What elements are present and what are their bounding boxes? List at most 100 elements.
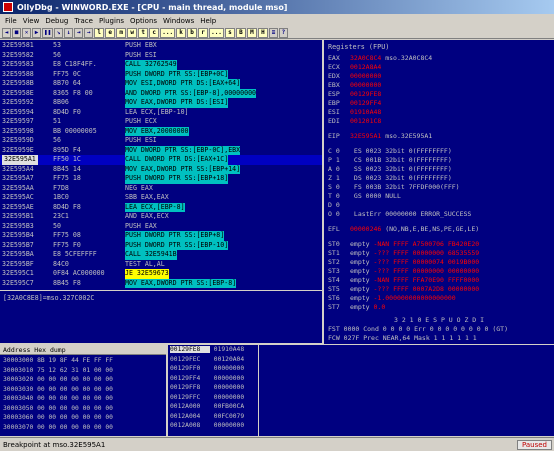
step-over-icon[interactable]: ↓ [64, 27, 74, 38]
flag-row[interactable]: P 1 CS 001B 32bit 0(FFFFFFFF) [328, 156, 452, 164]
stack-row[interactable]: 00129FF8 00000000 [170, 384, 244, 391]
fpu-register[interactable]: ST2 empty -??? FFFF 00000074 0019B000 [328, 258, 479, 266]
dump-row[interactable]: 30003030 00 00 00 00 00 00 00 [3, 386, 113, 393]
disasm-row[interactable]: 32E59582 56 PUSH ESI [0, 51, 322, 61]
menu-options[interactable]: Options [127, 17, 160, 25]
memory-button[interactable]: m [116, 27, 127, 38]
disasm-row[interactable]: 32E595B7 FF75 F0 PUSH DWORD PTR SS:[EBP-10… [0, 240, 322, 250]
disasm-row[interactable]: 32E595C7 8B45 F8 MOV EAX,DWORD PTR SS:[EBP… [0, 278, 322, 288]
disasm-row[interactable]: 32E595BA E8 5CFEFFFF CALL 32E5941B [0, 250, 322, 260]
menu-windows[interactable]: Windows [160, 17, 197, 25]
disasm-row[interactable]: 32E595B4 FF75 08 PUSH DWORD PTR SS:[EBP+8] [0, 231, 322, 241]
references-button[interactable]: r [198, 27, 209, 38]
run-icon[interactable]: ▶ [32, 27, 41, 38]
disasm-row[interactable]: 32E59597 51 PUSH ECX [0, 117, 322, 127]
threads-button[interactable]: t [138, 27, 149, 38]
disasm-row[interactable]: 32E59581 53 PUSH EBX [0, 41, 322, 51]
disasm-row[interactable]: 32E595AA F7D8 NEG EAX [0, 184, 322, 194]
register-ebp[interactable]: EBP 00129FF4 [328, 99, 381, 107]
fpu-register[interactable]: ST7 empty 0.0 [328, 303, 385, 311]
register-edi[interactable]: EDI 001201C8 [328, 117, 381, 125]
menu-file[interactable]: File [2, 17, 20, 25]
flag-row[interactable]: Z 1 DS 0023 32bit 0(FFFFFFFF) [328, 174, 452, 182]
bookmark-b-button[interactable]: B [235, 27, 246, 38]
fpu-status-word[interactable]: FST 0000 Cond 0 0 0 0 Err 0 0 0 0 0 0 0 … [328, 325, 508, 333]
fpu-register[interactable]: ST6 empty -1.000000000000000000 [328, 294, 456, 302]
log-button[interactable]: l [94, 27, 105, 38]
stack-row[interactable]: 0012A008 00000000 [170, 422, 244, 429]
close-icon[interactable]: ✕ [22, 27, 31, 38]
restart-icon[interactable]: ■ [12, 27, 21, 38]
bookmark-m-button[interactable]: M [246, 27, 257, 38]
disassembly-pane[interactable]: 32E59581 53 PUSH EBX 32E59582 56 PUSH ESI 32… [0, 40, 322, 290]
breakpoints-button[interactable]: b [187, 27, 198, 38]
dump-row[interactable]: 30003070 00 00 00 00 00 00 00 [3, 424, 113, 431]
stack-row[interactable]: 00129FE8 01910A48 [170, 346, 244, 353]
register-eax[interactable]: EAX 32A0C8C4 mso.32A0C8C4 [328, 54, 432, 62]
flag-row[interactable]: C 0 ES 0023 32bit 0(FFFFFFFF) [328, 147, 452, 155]
open-icon[interactable]: ◄ [2, 27, 11, 38]
list-icon[interactable]: ≡ [268, 27, 278, 38]
run-trace-button[interactable]: ... [209, 27, 224, 38]
stack-row[interactable]: 00129FF0 00000000 [170, 365, 244, 372]
fpu-register[interactable]: ST3 empty -??? FFFF 00000000 00000000 [328, 267, 479, 275]
dump-row[interactable]: 30003060 00 00 00 00 00 00 00 [3, 414, 113, 421]
disasm-row[interactable]: 32E595A7 FF75 18 PUSH DWORD PTR SS:[EBP+18… [0, 174, 322, 184]
trace-into-icon[interactable]: ⇥ [74, 27, 84, 38]
step-into-icon[interactable]: ↘ [54, 27, 64, 38]
flag-row[interactable]: O 0 LastErr 00000000 ERROR_SUCCESS [328, 210, 471, 218]
register-ecx[interactable]: ECX 0012A8A4 [328, 63, 381, 71]
stack-row[interactable]: 0012A000 00FB00CA [170, 403, 244, 410]
dump-row[interactable]: 30003000 8B 19 8F 44 FE FF FF [3, 357, 113, 364]
disasm-row[interactable]: 32E5958B 8B70 64 MOV ESI,DWORD PTR DS:[EAX… [0, 79, 322, 89]
register-ebx[interactable]: EBX 00000000 [328, 81, 381, 89]
help-icon[interactable]: ? [278, 27, 288, 38]
stack-row[interactable]: 00129FEC 00120A04 [170, 356, 244, 363]
modules-button[interactable]: e [105, 27, 116, 38]
hex-dump-pane[interactable]: Address Hex dump 30003000 8B 19 8F 44 FE… [0, 345, 166, 436]
disasm-row[interactable]: 32E5959D 56 PUSH ESI [0, 136, 322, 146]
stack-row[interactable]: 0012A004 00FC0079 [170, 413, 244, 420]
registers-pane[interactable]: Registers (FPU) EAX 32A0C8C4 mso.32A0C8C4… [324, 40, 554, 344]
register-eip[interactable]: EIP 32E595A1 mso.32E595A1 [328, 132, 432, 140]
dump-row[interactable]: 30003010 75 12 62 31 01 00 00 [3, 367, 113, 374]
register-efl[interactable]: EFL 00000246 (NO,NB,E,BE,NS,PE,GE,LE) [328, 225, 479, 233]
disasm-row[interactable]: 32E595A4 8B45 14 MOV EAX,DWORD PTR SS:[EBP… [0, 164, 322, 174]
flag-row[interactable]: D 0 [328, 201, 350, 209]
disasm-row[interactable]: 32E59594 8D4D F0 LEA ECX,[EBP-10] [0, 108, 322, 118]
pause-icon[interactable]: ❚❚ [42, 27, 54, 38]
menu-debug[interactable]: Debug [42, 17, 71, 25]
cpu-button[interactable]: c [149, 27, 160, 38]
disasm-row[interactable]: 32E59592 8B06 MOV EAX,DWORD PTR DS:[ESI] [0, 98, 322, 108]
fpu-register[interactable]: ST4 empty -NAN FFFF FFA70E90 FFFF0000 [328, 276, 479, 284]
stack-row[interactable]: 00129FFC 00000000 [170, 394, 244, 401]
disasm-row[interactable]: 32E595AE 8D4D F8 LEA ECX,[EBP-8] [0, 202, 322, 212]
bookmark-h-button[interactable]: H [257, 27, 268, 38]
disasm-row[interactable]: 32E595AC 1BC0 SBB EAX,EAX [0, 193, 322, 203]
dump-row[interactable]: 30003040 00 00 00 00 00 00 00 [3, 395, 113, 402]
menu-view[interactable]: View [20, 17, 43, 25]
stack-row[interactable]: 00129FF4 00000000 [170, 375, 244, 382]
disasm-row[interactable]: 32E5958E 8365 F8 00 AND DWORD PTR SS:[EBP-… [0, 88, 322, 98]
disasm-row[interactable]: 32E59588 FF75 0C PUSH DWORD PTR SS:[EBP+0C… [0, 69, 322, 79]
disasm-row[interactable]: 32E59598 BB 00000005 MOV EBX,20000000 [0, 126, 322, 136]
menu-help[interactable]: Help [197, 17, 219, 25]
stack-pane[interactable]: 00129FE8 01910A48 00129FEC 00120A04 0012… [168, 345, 258, 436]
menu-trace[interactable]: Trace [71, 17, 96, 25]
flag-row[interactable]: A 0 SS 0023 32bit 0(FFFFFFFF) [328, 165, 452, 173]
disasm-row[interactable]: 32E595C1 0F84 AC000000 JE 32E59673 [0, 269, 322, 279]
fpu-register[interactable]: ST5 empty -??? FFFF 0007A2D8 00000000 [328, 285, 479, 293]
disasm-row[interactable]: 32E59583 E8 C18F4FF. CALL 32762549 [0, 60, 322, 70]
fpu-control-word[interactable]: FCW 027F Prec NEAR,64 Mask 1 1 1 1 1 1 [328, 334, 477, 342]
dump-row[interactable]: 30003050 00 00 00 00 00 00 00 [3, 405, 113, 412]
disasm-row[interactable]: 32E595BF 84C0 TEST AL,AL [0, 260, 322, 270]
call-stack-button[interactable]: k [176, 27, 187, 38]
execute-till-return-icon[interactable]: → [84, 27, 94, 38]
register-esp[interactable]: ESP 00129FE8 [328, 90, 381, 98]
flag-row[interactable]: S 0 FS 003B 32bit 7FFDF000(FFF) [328, 183, 460, 191]
flag-row[interactable]: T 0 GS 0000 NULL [328, 192, 401, 200]
disasm-row-current[interactable]: 32E595A1 FF50 1C CALL DWORD PTR DS:[EAX+1C… [0, 155, 322, 165]
fpu-register[interactable]: ST1 empty -??? FFFF 00000000 68535559 [328, 249, 479, 257]
source-button[interactable]: s [224, 27, 235, 38]
dump-row[interactable]: 30003020 00 00 00 00 00 00 00 [3, 376, 113, 383]
